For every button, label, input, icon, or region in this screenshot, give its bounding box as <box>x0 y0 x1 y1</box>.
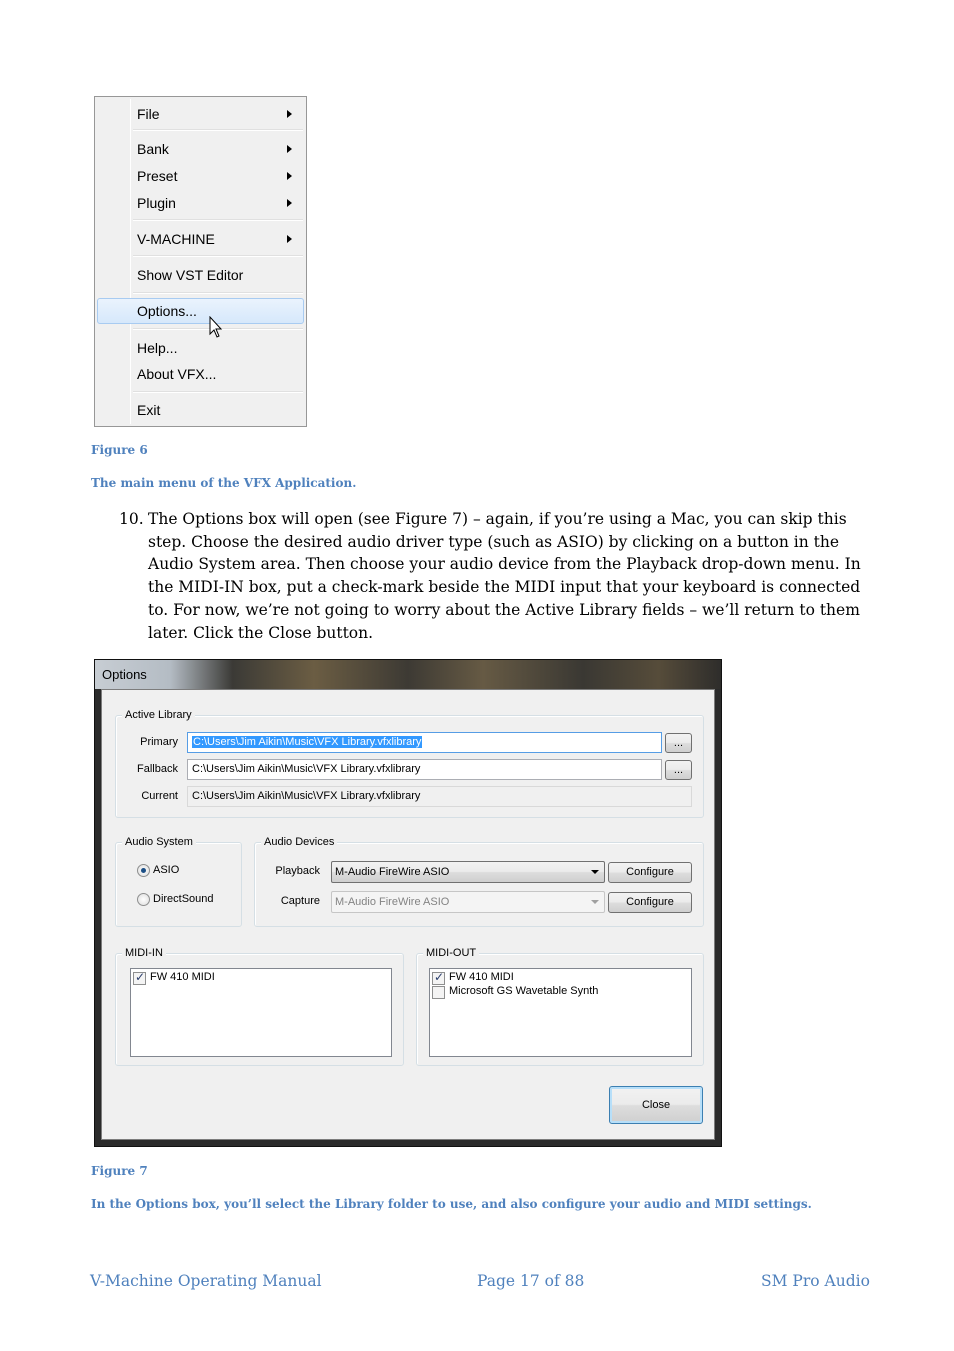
dialog-title: Options <box>102 667 147 682</box>
midi-in-legend: MIDI-IN <box>122 946 166 960</box>
fallback-library-field[interactable]: C:\Users\Jim Aikin\Music\VFX Library.vfx… <box>187 759 662 780</box>
menu-item-label: Plugin <box>137 195 176 211</box>
submenu-arrow-icon <box>287 199 292 207</box>
playback-value: M-Audio FireWire ASIO <box>335 866 450 878</box>
submenu-arrow-icon <box>287 172 292 180</box>
menu-item-label: V-MACHINE <box>137 231 215 247</box>
footer-title: V-Machine Operating Manual <box>90 1272 322 1290</box>
primary-label: Primary <box>140 736 178 748</box>
primary-library-value: C:\Users\Jim Aikin\Music\VFX Library.vfx… <box>192 736 423 748</box>
midi-in-checkbox[interactable] <box>133 970 146 985</box>
menu-item-label: Options... <box>137 303 197 319</box>
dialog-client-area: Active Library Primary C:\Users\Jim Aiki… <box>101 689 715 1140</box>
footer-company: SM Pro Audio <box>761 1272 870 1290</box>
asio-label: ASIO <box>153 864 180 876</box>
capture-value: M-Audio FireWire ASIO <box>335 896 450 908</box>
figure-6-caption: The main menu of the VFX Application. <box>91 476 357 490</box>
primary-library-field[interactable]: C:\Users\Jim Aikin\Music\VFX Library.vfx… <box>187 732 662 753</box>
menu-item-label: Preset <box>137 168 178 184</box>
directsound-radio[interactable] <box>137 893 150 906</box>
midi-out-item-label: FW 410 MIDI <box>449 971 514 983</box>
menu-separator <box>133 255 303 257</box>
figure-7-caption: In the Options box, you’ll select the Li… <box>91 1197 812 1211</box>
directsound-label: DirectSound <box>153 893 214 905</box>
dialog-titlebar[interactable]: Options <box>95 660 721 689</box>
midi-out-item-label: Microsoft GS Wavetable Synth <box>449 985 599 997</box>
figure-6-label: Figure 6 <box>91 443 148 457</box>
audio-system-group: Audio System <box>115 835 242 927</box>
submenu-arrow-icon <box>287 145 292 153</box>
capture-dropdown[interactable]: M-Audio FireWire ASIO <box>331 891 605 913</box>
step-text: The Options box will open (see Figure 7)… <box>148 510 861 642</box>
menu-item-label: Bank <box>137 141 169 157</box>
capture-configure-button[interactable]: Configure <box>608 892 692 913</box>
midi-in-list[interactable]: FW 410 MIDI <box>130 968 392 1057</box>
menu-item-about-vfx[interactable]: About VFX... <box>97 361 304 387</box>
playback-dropdown[interactable]: M-Audio FireWire ASIO <box>331 861 605 883</box>
menu-separator <box>133 391 303 393</box>
fallback-browse-button[interactable]: ... <box>665 760 692 780</box>
menu-item-help[interactable]: Help... <box>97 335 304 361</box>
audio-devices-legend: Audio Devices <box>261 835 338 849</box>
menu-separator <box>133 219 303 221</box>
menu-separator <box>133 292 303 294</box>
asio-radio[interactable] <box>137 864 150 877</box>
primary-browse-button[interactable]: ... <box>665 733 692 753</box>
footer-page-number: Page 17 of 88 <box>477 1272 585 1290</box>
midi-out-list[interactable]: FW 410 MIDI Microsoft GS Wavetable Synth <box>429 968 692 1057</box>
submenu-arrow-icon <box>287 110 292 118</box>
figure-7-label: Figure 7 <box>91 1164 148 1178</box>
audio-system-legend: Audio System <box>122 835 196 849</box>
menu-item-label: Help... <box>137 340 178 356</box>
menu-item-plugin[interactable]: Plugin <box>97 190 304 216</box>
fallback-label: Fallback <box>137 763 178 775</box>
close-button[interactable]: Close <box>609 1086 703 1124</box>
chevron-down-icon <box>591 900 599 904</box>
chevron-down-icon <box>591 870 599 874</box>
capture-label: Capture <box>280 895 320 907</box>
step-number: 10. <box>119 510 144 528</box>
playback-configure-button[interactable]: Configure <box>608 862 692 883</box>
menu-item-label: Show VST Editor <box>137 267 244 283</box>
midi-in-item-label: FW 410 MIDI <box>150 971 215 983</box>
menu-item-label: About VFX... <box>137 366 217 382</box>
submenu-arrow-icon <box>287 235 292 243</box>
menu-item-label: Exit <box>137 402 161 418</box>
menu-item-label: File <box>137 106 160 122</box>
menu-item-file[interactable]: File <box>97 101 304 127</box>
current-label: Current <box>141 790 178 802</box>
midi-out-legend: MIDI-OUT <box>423 946 480 960</box>
main-menu: File Bank Preset Plugin V-MACHINE Show V… <box>94 96 307 427</box>
menu-item-exit[interactable]: Exit <box>97 397 304 423</box>
menu-item-preset[interactable]: Preset <box>97 163 304 189</box>
midi-out-checkbox[interactable] <box>432 986 445 999</box>
midi-out-checkbox[interactable] <box>432 970 445 985</box>
audio-devices-group: Audio Devices <box>254 835 704 927</box>
menu-separator <box>133 129 303 131</box>
menu-item-show-vst-editor[interactable]: Show VST Editor <box>97 262 304 288</box>
playback-label: Playback <box>275 865 320 877</box>
active-library-legend: Active Library <box>122 708 195 722</box>
step-10: 10. The Options box will open (see Figur… <box>119 508 879 644</box>
mouse-pointer-icon <box>209 316 223 338</box>
current-library-field: C:\Users\Jim Aikin\Music\VFX Library.vfx… <box>187 786 692 807</box>
options-dialog: Options Active Library Primary C:\Users\… <box>94 659 722 1147</box>
menu-item-options[interactable]: Options... <box>97 298 304 324</box>
fallback-library-value: C:\Users\Jim Aikin\Music\VFX Library.vfx… <box>192 763 421 775</box>
menu-item-bank[interactable]: Bank <box>97 136 304 162</box>
menu-item-v-machine[interactable]: V-MACHINE <box>97 226 304 252</box>
current-library-value: C:\Users\Jim Aikin\Music\VFX Library.vfx… <box>192 790 421 802</box>
